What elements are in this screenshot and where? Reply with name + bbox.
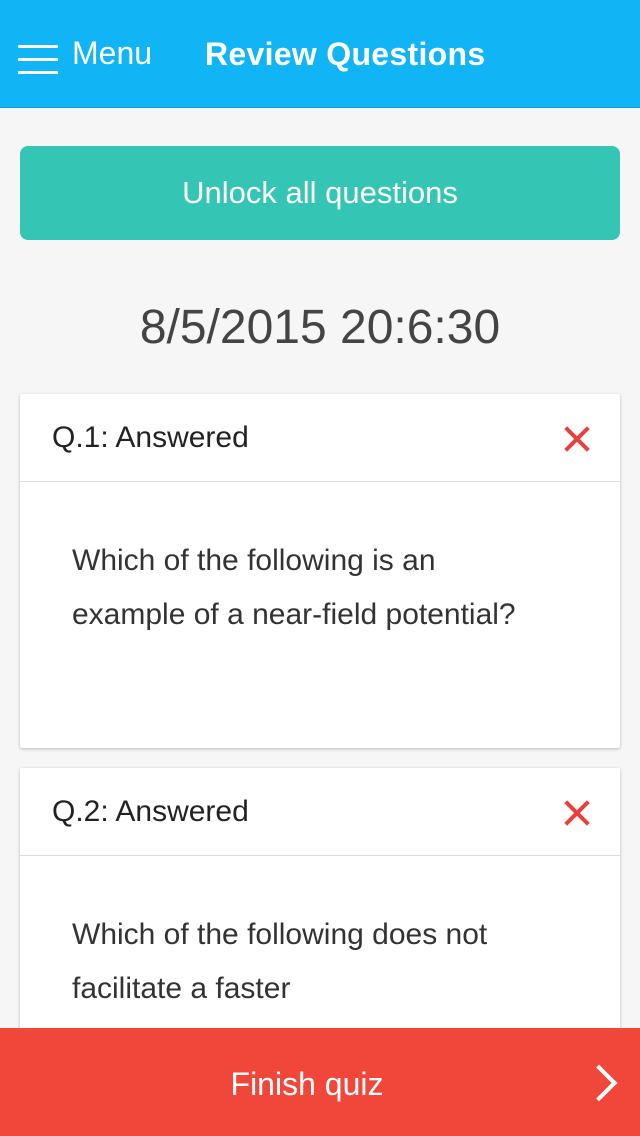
- close-icon: [564, 426, 590, 452]
- quiz-timestamp: 8/5/2015 20:6:30: [139, 301, 501, 354]
- page-title: Review Questions: [205, 36, 486, 72]
- menu-button[interactable]: Menu: [18, 30, 152, 76]
- close-icon: [564, 800, 590, 826]
- top-nav-bar: Menu Review Questions: [0, 0, 640, 108]
- question-card-header[interactable]: Q.1: Answered: [20, 394, 620, 482]
- question-text: Which of the following does not facilita…: [72, 918, 488, 1005]
- finish-quiz-button[interactable]: Finish quiz: [0, 1028, 640, 1136]
- hamburger-icon[interactable]: [18, 38, 58, 74]
- question-text: Which of the following is an example of …: [72, 544, 516, 631]
- question-card[interactable]: Q.1: Answered Which of the following is …: [20, 394, 620, 748]
- chevron-right-icon[interactable]: [586, 1066, 616, 1096]
- question-title: Q.1: Answered: [52, 421, 249, 454]
- question-card-header[interactable]: Q.2: Answered: [20, 768, 620, 856]
- unlock-all-questions-button[interactable]: Unlock all questions: [20, 146, 620, 240]
- menu-label[interactable]: Menu: [72, 35, 152, 72]
- finish-quiz-label[interactable]: Finish quiz: [0, 1066, 614, 1103]
- question-title: Q.2: Answered: [52, 795, 249, 828]
- question-card[interactable]: Q.2: Answered Which of the following doe…: [20, 768, 620, 1068]
